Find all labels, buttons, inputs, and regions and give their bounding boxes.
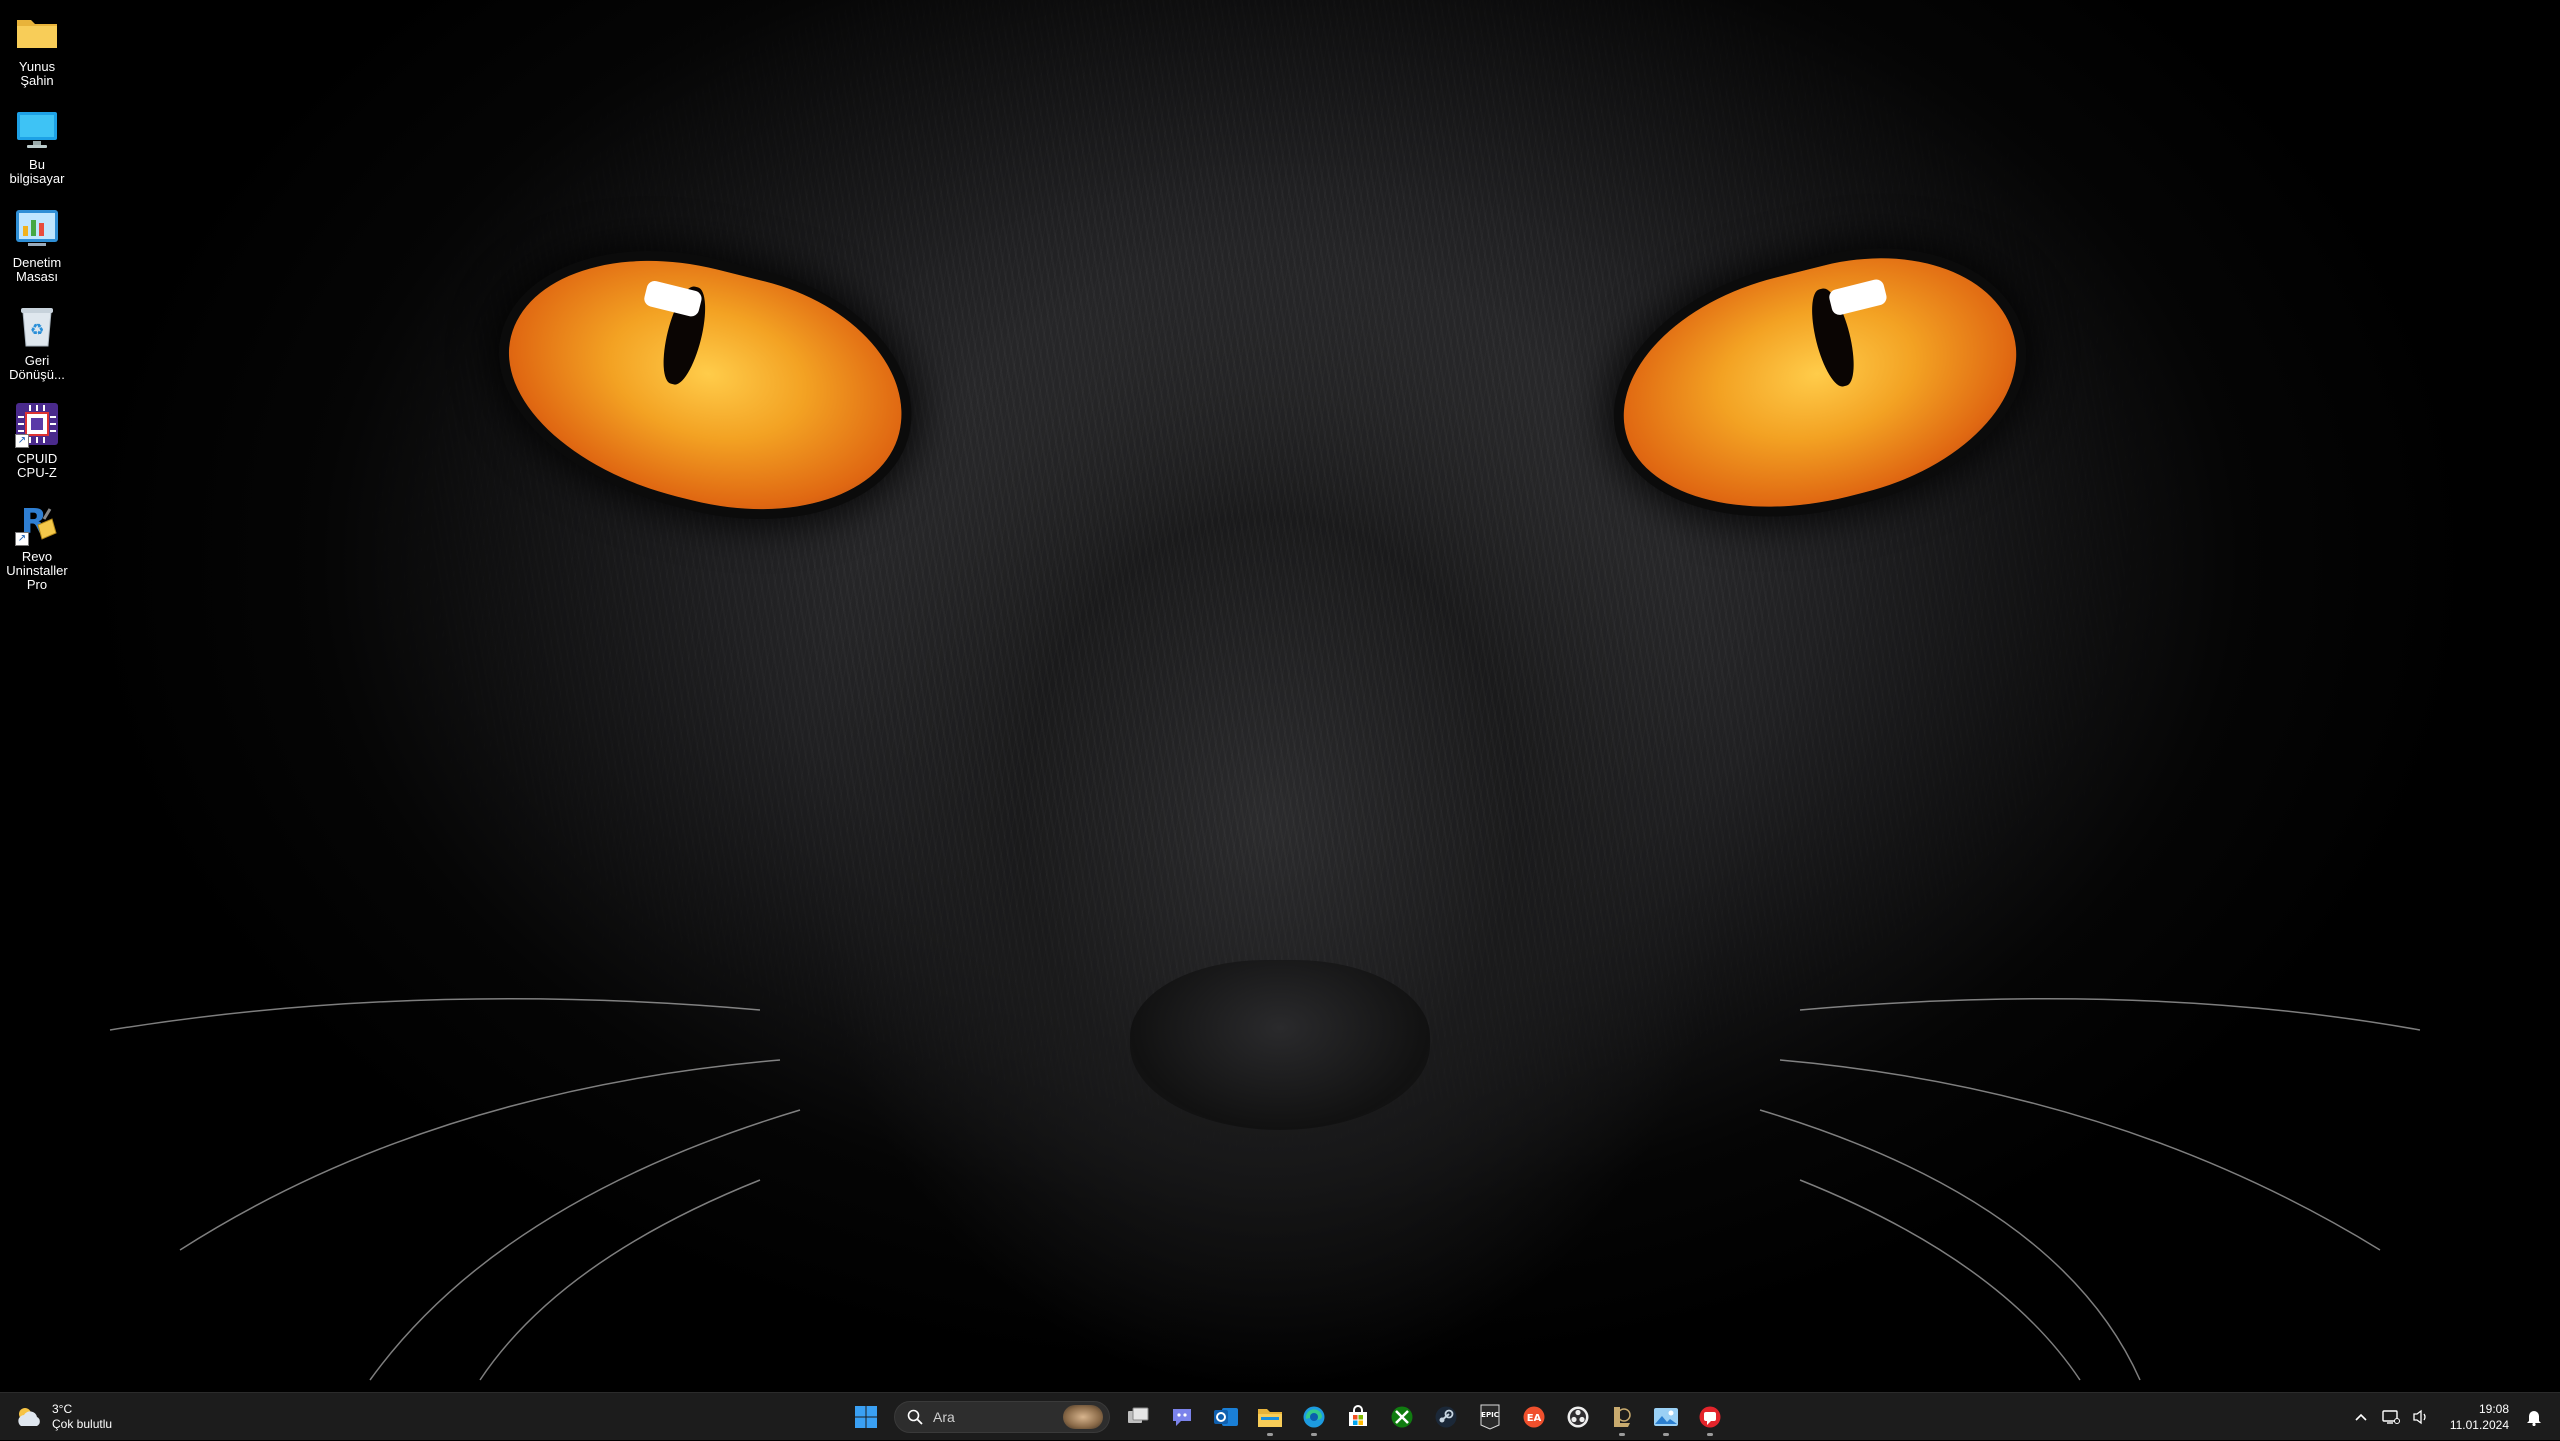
epic-games-icon: EPIC — [1480, 1404, 1500, 1430]
desktop-icon-user-folder[interactable]: Yunus Şahin — [0, 0, 74, 88]
network-icon[interactable] — [2379, 1405, 2403, 1429]
task-view-icon — [1128, 1407, 1149, 1423]
search-icon — [907, 1409, 923, 1425]
desktop-icon-label: Yunus Şahin — [18, 59, 56, 88]
search-box[interactable]: Ara — [894, 1401, 1110, 1433]
league-icon — [1614, 1407, 1631, 1427]
running-indicator — [1267, 1433, 1273, 1436]
notification-bell-icon[interactable] — [2522, 1405, 2546, 1429]
running-indicator — [1707, 1433, 1713, 1436]
obs-icon — [1567, 1406, 1589, 1428]
task-view-button[interactable] — [1118, 1397, 1158, 1437]
edge-browser-button[interactable] — [1294, 1397, 1334, 1437]
steam-button[interactable] — [1426, 1397, 1466, 1437]
windows-start-icon — [855, 1406, 877, 1428]
ea-app-button[interactable]: EA — [1514, 1397, 1554, 1437]
shortcut-arrow-icon: ↗ — [15, 434, 29, 448]
teams-chat-icon — [1173, 1409, 1191, 1426]
weather-widget[interactable]: 3°C Çok bulutlu — [14, 1399, 112, 1435]
svg-text:EPIC: EPIC — [1481, 1411, 1499, 1419]
cat-whiskers — [109, 998, 2421, 1381]
taskbar: 3°C Çok bulutlu Ara EPIC EA 19:08 11.01.… — [0, 1392, 2560, 1440]
steam-icon — [1435, 1406, 1457, 1428]
desktop-wallpaper: Yunus Şahin Bu bilgisayar Denetim Masası… — [0, 0, 2560, 1392]
desktop-icon-label: Revo Uninstaller Pro — [6, 549, 68, 592]
outlook-icon — [1214, 1408, 1238, 1426]
microsoft-store-button[interactable] — [1338, 1397, 1378, 1437]
svg-text:EA: EA — [1527, 1413, 1542, 1424]
monitor-icon — [13, 106, 61, 154]
desktop-icon-this-pc[interactable]: Bu bilgisayar — [0, 98, 74, 186]
teams-chat-button[interactable] — [1162, 1397, 1202, 1437]
clock-time: 19:08 — [2478, 1402, 2509, 1416]
red-app-button[interactable] — [1690, 1397, 1730, 1437]
desktop-icon-control-panel[interactable]: Denetim Masası — [0, 196, 74, 284]
xbox-icon — [1391, 1406, 1413, 1428]
running-indicator — [1619, 1433, 1625, 1436]
desktop-icon-label: Geri Dönüşü... — [9, 353, 65, 382]
desktop-icon-label: Bu bilgisayar — [9, 157, 65, 186]
desktop-icon-cpu-z[interactable]: ↗ CPUID CPU-Z — [0, 392, 74, 480]
search-highlight-image — [1063, 1405, 1103, 1429]
taskbar-center: Ara EPIC EA — [844, 1397, 1732, 1437]
running-indicator — [1311, 1433, 1317, 1436]
svg-text:♻: ♻ — [30, 320, 44, 339]
file-explorer-button[interactable] — [1250, 1397, 1290, 1437]
desktop-icon-label: CPUID CPU-Z — [16, 451, 58, 480]
desktop-icon-recycle-bin[interactable]: ♻ Geri Dönüşü... — [0, 294, 74, 382]
revo-uninstaller-icon: R ↗ — [13, 498, 61, 546]
store-icon — [1349, 1405, 1367, 1426]
desktop-icon-label: Denetim Masası — [12, 255, 62, 284]
shortcut-arrow-icon: ↗ — [15, 532, 29, 546]
recycle-bin-icon: ♻ — [13, 302, 61, 350]
photos-icon — [1654, 1408, 1678, 1426]
outlook-button[interactable] — [1206, 1397, 1246, 1437]
desktop-icon-revo-uninstaller[interactable]: R ↗ Revo Uninstaller Pro — [0, 490, 74, 592]
league-of-legends-button[interactable] — [1602, 1397, 1642, 1437]
cloudy-weather-icon — [14, 1402, 44, 1432]
epic-games-button[interactable]: EPIC — [1470, 1397, 1510, 1437]
red-chat-icon — [1699, 1406, 1721, 1428]
folder-icon — [1258, 1409, 1282, 1427]
chevron-up-icon[interactable] — [2349, 1405, 2373, 1429]
xbox-button[interactable] — [1382, 1397, 1422, 1437]
search-placeholder: Ara — [933, 1409, 955, 1425]
edge-browser-icon — [1303, 1406, 1325, 1428]
ea-icon: EA — [1523, 1406, 1545, 1428]
folder-icon — [13, 8, 61, 56]
control-panel-icon — [13, 204, 61, 252]
clock-date: 11.01.2024 — [2449, 1418, 2509, 1432]
system-tray: 19:08 11.01.2024 — [2346, 1393, 2560, 1441]
start-button[interactable] — [846, 1397, 886, 1437]
weather-temperature: 3°C — [52, 1402, 73, 1416]
running-indicator — [1663, 1433, 1669, 1436]
obs-button[interactable] — [1558, 1397, 1598, 1437]
cpu-z-icon: ↗ — [13, 400, 61, 448]
volume-icon[interactable] — [2409, 1405, 2433, 1429]
weather-condition: Çok bulutlu — [52, 1417, 113, 1431]
clock[interactable]: 19:08 11.01.2024 — [2450, 1401, 2509, 1433]
photos-button[interactable] — [1646, 1397, 1686, 1437]
